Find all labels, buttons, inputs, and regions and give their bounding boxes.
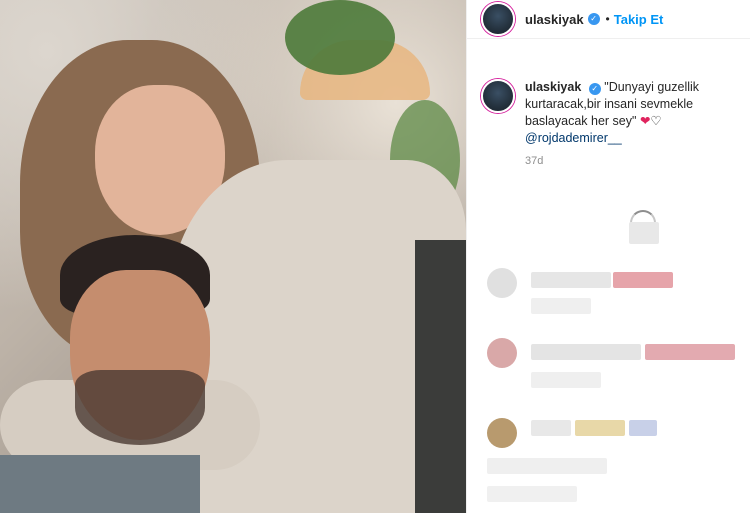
caption-username[interactable]: ulaskiyak (525, 80, 581, 94)
blurred-comment (575, 420, 625, 436)
post-sidebar: ulaskiyak ✓ • Takip Et ulaskiyak ✓ "Duny… (466, 0, 750, 513)
blurred-comment (531, 272, 611, 288)
man-beard (75, 370, 205, 445)
man-shirt (0, 455, 200, 513)
avatar[interactable] (481, 2, 515, 36)
blurred-comment (645, 344, 735, 360)
mention-link[interactable]: @rojdademirer__ (525, 131, 622, 145)
blurred-placeholder (629, 222, 659, 244)
caption-avatar[interactable] (481, 79, 515, 113)
caption-text-block: ulaskiyak ✓ "Dunyayi guzellik kurtaracak… (525, 79, 736, 147)
separator-dot: • (605, 12, 610, 26)
blurred-comment-avatar (487, 268, 517, 298)
dark-sofa (415, 240, 466, 513)
blurred-comment (531, 420, 571, 436)
blurred-comment (531, 372, 601, 388)
blurred-comment (613, 272, 673, 288)
blurred-comment-avatar (487, 338, 517, 368)
blurred-comment (487, 458, 607, 474)
caption: ulaskiyak ✓ "Dunyayi guzellik kurtaracak… (467, 39, 750, 147)
red-heart-icon: ❤ (639, 114, 651, 128)
follow-button[interactable]: Takip Et (614, 12, 664, 27)
blurred-comment-avatar (487, 418, 517, 448)
header-username[interactable]: ulaskiyak (525, 12, 584, 27)
post-photo[interactable] (0, 0, 466, 513)
post-header: ulaskiyak ✓ • Takip Et (467, 0, 750, 39)
verified-badge-icon: ✓ (588, 83, 601, 95)
verified-badge-icon: ✓ (587, 13, 600, 25)
blurred-comment (531, 344, 641, 360)
post-age: 37d (525, 155, 544, 167)
plant-leaf (285, 0, 395, 75)
blurred-comment (531, 298, 591, 314)
instagram-post: ulaskiyak ✓ • Takip Et ulaskiyak ✓ "Duny… (0, 0, 750, 513)
blurred-comment (487, 486, 577, 502)
white-heart-icon: ♡ (650, 114, 662, 128)
blurred-comment (629, 420, 657, 436)
